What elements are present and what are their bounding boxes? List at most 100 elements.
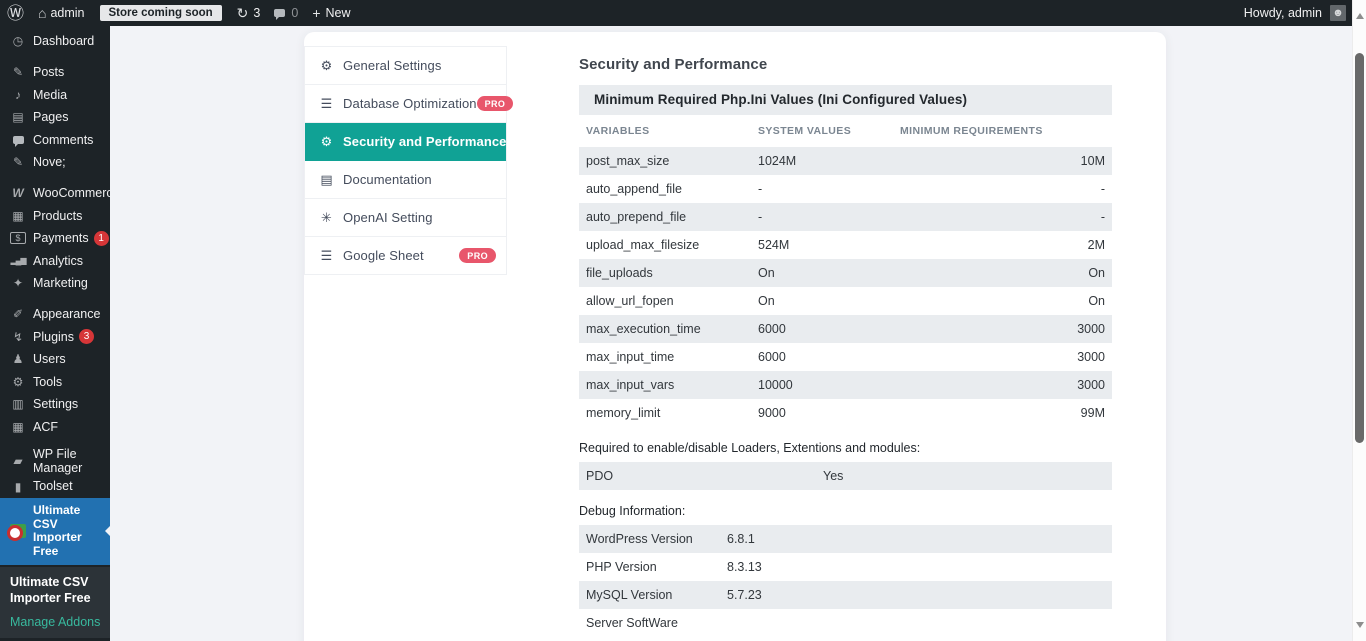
sidebar-item-posts[interactable]: ✎ Posts	[0, 61, 110, 84]
sidebar-item-appearance[interactable]: ✐ Appearance	[0, 303, 110, 326]
ini-table-row: allow_url_fopen On On	[579, 287, 1112, 315]
sidebar-item-wp-file-manager[interactable]: ▰ WP File Manager	[0, 447, 110, 476]
avatar[interactable]: ☻	[1330, 5, 1346, 21]
settings-card: ⚙ General Settings ☰ Database Optimizati…	[304, 32, 1166, 641]
minimum-requirement: 2M	[900, 238, 1112, 252]
pages-icon: ▤	[10, 111, 26, 123]
document-icon: ▤	[319, 173, 334, 186]
ini-table-row: post_max_size 1024M 10M	[579, 147, 1112, 175]
ini-table-row: memory_limit 9000 99M	[579, 399, 1112, 427]
sidebar-item-payments[interactable]: $ Payments 1	[0, 227, 110, 250]
count-badge: 1	[94, 231, 109, 246]
sidebar-item-woocommerce[interactable]: W WooCommerce	[0, 182, 110, 205]
minimum-requirement: 3000	[900, 322, 1112, 336]
update-count: 3	[253, 6, 260, 20]
settings-icon: ▥	[10, 398, 26, 410]
ini-table-rows: post_max_size 1024M 10M auto_append_file…	[579, 147, 1112, 427]
sidebar-item-dashboard[interactable]: ◷ Dashboard	[0, 30, 110, 53]
analytics-icon: ▂▄▆	[10, 257, 26, 265]
admin-bar-right: Howdy, admin ☻	[1244, 0, 1352, 26]
media-icon: ♪	[10, 89, 26, 101]
system-value: On	[758, 294, 900, 308]
system-value: 524M	[758, 238, 900, 252]
pro-badge: PRO	[459, 248, 496, 263]
scrollbar	[1352, 0, 1366, 641]
products-icon: ▦	[10, 210, 26, 222]
wordpress-logo-icon: Ⓦ	[7, 5, 24, 22]
settings-tab-list: ⚙ General Settings ☰ Database Optimizati…	[304, 46, 507, 275]
sidebar-item-media[interactable]: ♪ Media	[0, 84, 110, 107]
tab-security-and-performance[interactable]: ⚙ Security and Performance	[305, 123, 506, 161]
csv-logo-icon	[10, 524, 26, 538]
gear-icon: ⚙	[319, 135, 334, 148]
tab-openai-setting[interactable]: ✳ OpenAI Setting	[305, 199, 506, 237]
sidebar-item-comments[interactable]: Comments	[0, 129, 110, 152]
col-variables: VARIABLES	[579, 125, 758, 137]
sidebar-item-ultimate-csv-importer-free[interactable]: Ultimate CSV Importer Free	[0, 498, 110, 565]
sidebar-item-analytics[interactable]: ▂▄▆ Analytics	[0, 250, 110, 273]
admin-menu: ◷ Dashboard ✎ Posts ♪ Media ▤ Pages Comm…	[0, 26, 110, 565]
sidebar-item-products[interactable]: ▦ Products	[0, 205, 110, 228]
new-content-menu[interactable]: + New	[305, 0, 357, 26]
system-value: 9000	[758, 406, 900, 420]
debug-value: 8.3.13	[727, 560, 762, 574]
sidebar-item-marketing[interactable]: ✦ Marketing	[0, 272, 110, 295]
debug-row: Server SoftWare	[579, 609, 1112, 637]
tab-google-sheet[interactable]: ☰ Google Sheet PRO	[305, 237, 506, 275]
howdy-account-menu[interactable]: Howdy, admin	[1244, 6, 1322, 20]
ini-table-row: upload_max_filesize 524M 2M	[579, 231, 1112, 259]
scrollbar-down-arrow-icon[interactable]	[1356, 622, 1364, 628]
tab-documentation[interactable]: ▤ Documentation	[305, 161, 506, 199]
update-icon: ↻	[237, 5, 249, 22]
plus-icon: +	[312, 5, 320, 21]
tab-panel-security: Security and Performance Minimum Require…	[579, 56, 1112, 637]
sidebar-item-acf[interactable]: ▦ ACF	[0, 416, 110, 439]
ini-table-row: auto_append_file - -	[579, 175, 1112, 203]
debug-row: PHP Version 8.3.13	[579, 553, 1112, 581]
ini-table-row: max_execution_time 6000 3000	[579, 315, 1112, 343]
tab-database-optimization[interactable]: ☰ Database Optimization PRO	[305, 85, 506, 123]
system-value: 1024M	[758, 154, 900, 168]
admin-bar: Ⓦ ⌂ admin Store coming soon ↻ 3 0 + New …	[0, 0, 1352, 26]
sidebar-item-pages[interactable]: ▤ Pages	[0, 106, 110, 129]
minimum-requirement: On	[900, 266, 1112, 280]
plugin-icon: ↯	[10, 331, 26, 343]
submenu-item-manage-addons[interactable]: Manage Addons	[10, 615, 104, 629]
loader-row: PDO Yes	[579, 462, 1112, 490]
loader-name: PDO	[579, 469, 823, 483]
sidebar-item-nove[interactable]: ✎ Nove;	[0, 151, 110, 174]
system-value: 10000	[758, 378, 900, 392]
tab-general-settings[interactable]: ⚙ General Settings	[305, 47, 506, 85]
comment-count: 0	[291, 6, 298, 20]
variable-name: post_max_size	[579, 154, 758, 168]
pushpin-icon: ✎	[10, 66, 26, 78]
debug-value: 5.7.23	[727, 588, 762, 602]
system-value: On	[758, 266, 900, 280]
debug-section-label: Debug Information:	[579, 504, 1112, 518]
acf-icon: ▦	[10, 421, 26, 433]
sidebar-item-tools[interactable]: ⚙ Tools	[0, 371, 110, 394]
col-minimum-requirements: MINIMUM REQUIREMENTS	[900, 125, 1112, 137]
new-label: New	[326, 6, 351, 20]
debug-name: PHP Version	[579, 560, 727, 574]
debug-name: MySQL Version	[579, 588, 727, 602]
toolset-icon: ▮	[10, 481, 26, 493]
sidebar-item-settings[interactable]: ▥ Settings	[0, 393, 110, 416]
database-icon: ☰	[319, 249, 334, 262]
system-value: 6000	[758, 350, 900, 364]
wordpress-logo-menu[interactable]: Ⓦ	[0, 0, 31, 26]
variable-name: max_execution_time	[579, 322, 758, 336]
sidebar-item-plugins[interactable]: ↯ Plugins 3	[0, 326, 110, 349]
openai-icon: ✳	[319, 211, 334, 224]
scrollbar-thumb[interactable]	[1355, 53, 1364, 443]
variable-name: file_uploads	[579, 266, 758, 280]
sidebar-item-toolset[interactable]: ▮ Toolset	[0, 475, 110, 498]
site-name-menu[interactable]: ⌂ admin	[31, 0, 92, 26]
sidebar-item-users[interactable]: ♟ Users	[0, 348, 110, 371]
comments-menu[interactable]: 0	[267, 0, 305, 26]
page-title: Security and Performance	[579, 56, 1112, 73]
minimum-requirement: 10M	[900, 154, 1112, 168]
scrollbar-up-arrow-icon[interactable]	[1356, 13, 1364, 19]
updates-menu[interactable]: ↻ 3	[230, 0, 268, 26]
submenu-item-ultimate-csv-importer-free[interactable]: Ultimate CSV Importer Free	[10, 575, 104, 606]
